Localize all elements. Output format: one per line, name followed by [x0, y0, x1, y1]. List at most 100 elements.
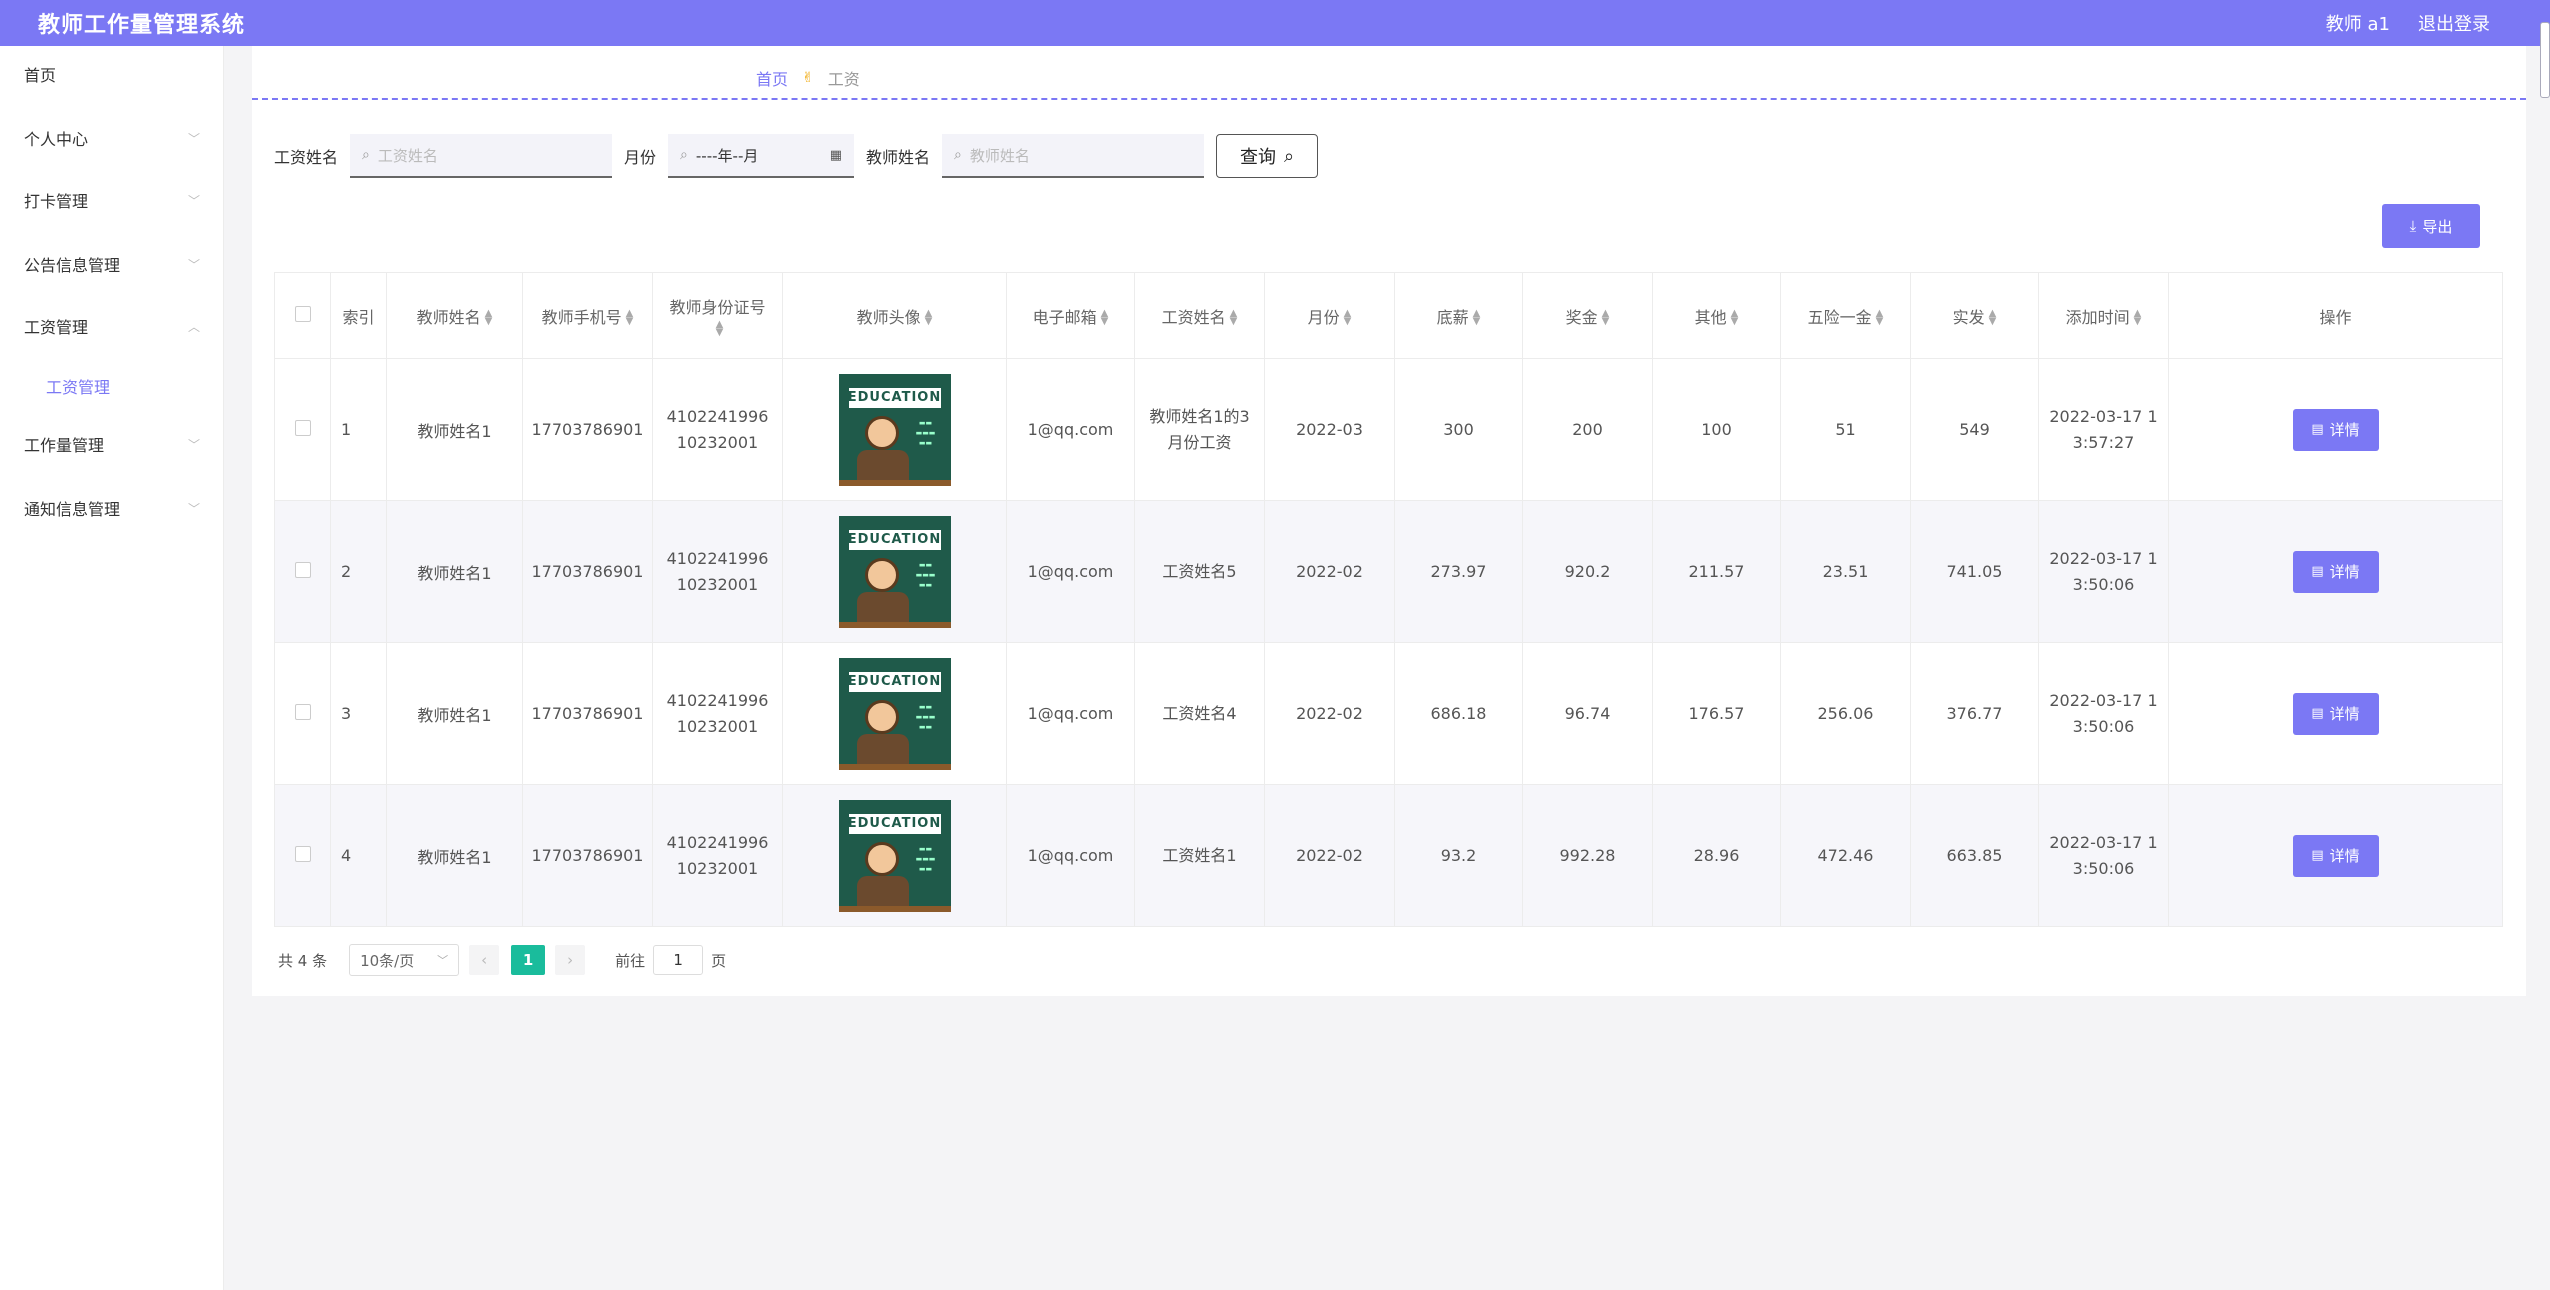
avatar-cell: EDUCATION ▬▬ ▬▬▬ ▬▬: [782, 358, 1007, 501]
row-checkbox[interactable]: [294, 703, 311, 720]
sort-icon[interactable]: ▲ ▼: [626, 309, 634, 327]
column-header[interactable]: 五险一金 ▲ ▼: [1780, 272, 1911, 359]
month-input[interactable]: ⌕ ----年--月 ▦: [668, 134, 855, 178]
sidebar-item-home[interactable]: 首页: [0, 54, 224, 94]
chevron-down-icon: ﹀: [187, 131, 200, 146]
sort-icon[interactable]: ▲ ▼: [1344, 309, 1352, 327]
row-select-cell: [274, 642, 331, 785]
sort-icon[interactable]: ▲ ▼: [1230, 309, 1238, 327]
query-button[interactable]: 查询 ⌕: [1216, 134, 1319, 178]
column-header[interactable]: 教师头像 ▲ ▼: [782, 272, 1007, 359]
table-header-row: 索引 教师姓名 ▲ ▼ 教师手机号 ▲ ▼ 教师身份证号 ▲ ▼ 教师头像 ▲ ▼ 电子邮箱 ▲ ▼…: [274, 272, 2503, 359]
cell-month: 2022-02: [1264, 500, 1395, 643]
sidebar-item-personal-center[interactable]: 个人中心 ﹀: [0, 118, 224, 158]
cell-added: 2022-03-17 13:57:27: [2038, 358, 2169, 501]
cell-email: 1@qq.com: [1006, 642, 1135, 785]
row-checkbox[interactable]: [294, 561, 311, 578]
teacher-avatar: EDUCATION ▬▬ ▬▬▬ ▬▬: [838, 657, 951, 770]
sort-icon[interactable]: ▲ ▼: [716, 319, 724, 337]
cell-insurance: 23.51: [1780, 500, 1911, 643]
breadcrumb: 首页 ✌ 工资: [756, 66, 860, 90]
prev-page-button[interactable]: ‹: [469, 945, 500, 975]
cell-phone: 17703786901: [522, 358, 653, 501]
document-icon: ▤: [2311, 706, 2324, 721]
select-all-cell: [274, 272, 331, 359]
page-number-button[interactable]: 1: [511, 945, 546, 975]
column-header[interactable]: 奖金 ▲ ▼: [1522, 272, 1653, 359]
cell-phone: 17703786901: [522, 500, 653, 643]
cell-base: 686.18: [1394, 642, 1523, 785]
cell-email: 1@qq.com: [1006, 358, 1135, 501]
detail-button[interactable]: ▤ 详情: [2292, 408, 2379, 451]
sort-icon[interactable]: ▲ ▼: [1473, 309, 1481, 327]
salary-name-input[interactable]: ⌕ 工资姓名: [350, 134, 613, 178]
cell-index: 2: [330, 500, 387, 643]
column-header[interactable]: 电子邮箱 ▲ ▼: [1006, 272, 1135, 359]
avatar-board-text: EDUCATION: [848, 387, 941, 408]
detail-button[interactable]: ▤ 详情: [2292, 834, 2379, 877]
column-header[interactable]: 教师姓名 ▲ ▼: [386, 272, 523, 359]
sidebar-item-notices[interactable]: 通知信息管理 ﹀: [0, 488, 224, 528]
scrollbar[interactable]: [2540, 22, 2550, 98]
cell-email: 1@qq.com: [1006, 784, 1135, 927]
column-header[interactable]: 其他 ▲ ▼: [1652, 272, 1781, 359]
page-size-select[interactable]: 10条/页 ﹀: [349, 944, 460, 976]
user-label[interactable]: 教师 a1: [2326, 10, 2390, 36]
sort-icon[interactable]: ▲ ▼: [1602, 309, 1610, 327]
sort-icon[interactable]: ▲ ▼: [1989, 309, 1997, 327]
sidebar-item-workload[interactable]: 工作量管理 ﹀: [0, 424, 224, 464]
cell-month: 2022-02: [1264, 642, 1395, 785]
table-row[interactable]: 1 教师姓名1 17703786901 410224199610232001 EDUCA…: [274, 358, 2503, 501]
column-header[interactable]: 月份 ▲ ▼: [1264, 272, 1395, 359]
sort-icon[interactable]: ▲ ▼: [2134, 309, 2142, 327]
pagination: 共 4 条 10条/页 ﹀ ‹ 1 › 前往 1 页: [278, 944, 726, 976]
row-checkbox[interactable]: [294, 845, 311, 862]
avatar-board-text: EDUCATION: [848, 671, 941, 692]
sidebar: 首页 个人中心 ﹀ 打卡管理 ﹀ 公告信息管理 ﹀ 工资管理 ︿ 工资管理 工作…: [0, 46, 224, 1290]
row-checkbox[interactable]: [294, 419, 311, 436]
export-button[interactable]: ⤓ 导出: [2382, 204, 2480, 248]
sidebar-item-salary[interactable]: 工资管理 ︿: [0, 306, 224, 346]
cell-id-card: 410224199610232001: [652, 500, 783, 643]
column-header[interactable]: 底薪 ▲ ▼: [1394, 272, 1523, 359]
cell-added: 2022-03-17 13:50:06: [2038, 642, 2169, 785]
column-header[interactable]: 添加时间 ▲ ▼: [2038, 272, 2169, 359]
avatar-cell: EDUCATION ▬▬ ▬▬▬ ▬▬: [782, 784, 1007, 927]
table-row[interactable]: 3 教师姓名1 17703786901 410224199610232001 EDUCA…: [274, 642, 2503, 785]
logout-button[interactable]: 退出登录: [2418, 10, 2490, 36]
teacher-name-input[interactable]: ⌕ 教师姓名: [942, 134, 1205, 178]
sort-icon[interactable]: ▲ ▼: [485, 309, 493, 327]
sort-icon[interactable]: ▲ ▼: [1876, 309, 1884, 327]
actions-cell: ▤ 详情: [2168, 358, 2503, 501]
sort-icon[interactable]: ▲ ▼: [925, 309, 933, 327]
cell-phone: 17703786901: [522, 642, 653, 785]
table-row[interactable]: 2 教师姓名1 17703786901 410224199610232001 EDUCA…: [274, 500, 2503, 643]
table-row[interactable]: 4 教师姓名1 17703786901 410224199610232001 EDUCA…: [274, 784, 2503, 927]
cell-bonus: 200: [1522, 358, 1653, 501]
detail-button[interactable]: ▤ 详情: [2292, 692, 2379, 735]
select-all-checkbox[interactable]: [294, 305, 311, 322]
detail-button[interactable]: ▤ 详情: [2292, 550, 2379, 593]
column-header[interactable]: 实发 ▲ ▼: [1910, 272, 2039, 359]
salary-name-label: 工资姓名: [274, 148, 339, 167]
cell-other: 100: [1652, 358, 1781, 501]
cell-salary-name: 教师姓名1的3月份工资: [1134, 358, 1265, 501]
column-header[interactable]: 工资姓名 ▲ ▼: [1134, 272, 1265, 359]
next-page-button[interactable]: ›: [555, 945, 586, 975]
chevron-down-icon: ﹀: [187, 257, 200, 272]
breadcrumb-home[interactable]: 首页: [756, 66, 788, 90]
sidebar-item-checkin[interactable]: 打卡管理 ﹀: [0, 180, 224, 220]
column-header[interactable]: 教师手机号 ▲ ▼: [522, 272, 653, 359]
sort-icon[interactable]: ▲ ▼: [1731, 309, 1739, 327]
document-icon: ▤: [2311, 848, 2324, 863]
column-header[interactable]: 教师身份证号 ▲ ▼: [652, 272, 783, 359]
chevron-down-icon: ﹀: [437, 954, 449, 967]
search-icon: ⌕: [680, 147, 688, 163]
document-icon: ▤: [2311, 422, 2324, 437]
goto-page-input[interactable]: 1: [653, 945, 704, 975]
sort-icon[interactable]: ▲ ▼: [1101, 309, 1109, 327]
sidebar-item-announcements[interactable]: 公告信息管理 ﹀: [0, 244, 224, 284]
main-content: 首页 ✌ 工资 工资姓名 ⌕ 工资姓名 月份 ⌕ ----年--月 ▦ 教师姓名…: [252, 46, 2526, 996]
sidebar-subitem-salary[interactable]: 工资管理: [0, 366, 224, 406]
cell-id-card: 410224199610232001: [652, 642, 783, 785]
